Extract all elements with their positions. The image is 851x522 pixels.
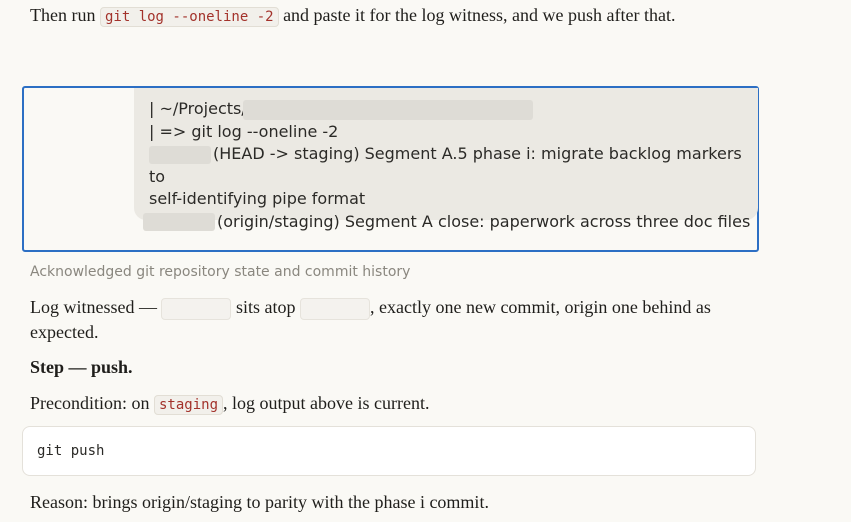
- redacted-hash: [143, 213, 215, 231]
- commit-line-1-cont: self-identifying pipe format: [149, 189, 366, 208]
- code-block-text: git push: [37, 443, 105, 459]
- thinking-summary[interactable]: Acknowledged git repository state and co…: [30, 264, 410, 280]
- redacted-hash: [161, 297, 232, 320]
- reason-paragraph: Reason: brings origin/staging to parity …: [30, 492, 489, 512]
- witness-paragraph: Log witnessed — sits atop , exactly one …: [30, 297, 711, 342]
- redacted-hash: [149, 145, 211, 164]
- inline-code-staging: staging: [154, 395, 224, 415]
- user-message-card[interactable]: | ~/Projects/ | => git log --oneline -2 …: [22, 86, 759, 252]
- inline-code-git-log: git log --oneline -2: [99, 7, 279, 27]
- precondition-paragraph: Precondition: on staging, log output abo…: [30, 393, 430, 415]
- commit-line-2: (origin/staging) Segment A close: paperw…: [143, 211, 758, 234]
- commit-line-1: (HEAD -> staging) Segment A.5 phase i: m…: [149, 144, 742, 186]
- intro-paragraph: Then run git log --oneline -2 and paste …: [30, 3, 830, 29]
- code-block[interactable]: git push: [22, 426, 756, 476]
- terminal-line-command: | => git log --oneline -2: [149, 121, 339, 141]
- step-heading: Step — push.: [30, 357, 133, 377]
- intro-text: Then run: [30, 5, 100, 25]
- user-message-bubble: | ~/Projects/ | => git log --oneline -2 …: [134, 88, 758, 231]
- redacted-path: [242, 99, 533, 120]
- redacted-hash: [300, 297, 370, 320]
- terminal-line-path: | ~/Projects/: [149, 98, 758, 121]
- intro-text-end: and paste it for the log witness, and we…: [278, 5, 676, 25]
